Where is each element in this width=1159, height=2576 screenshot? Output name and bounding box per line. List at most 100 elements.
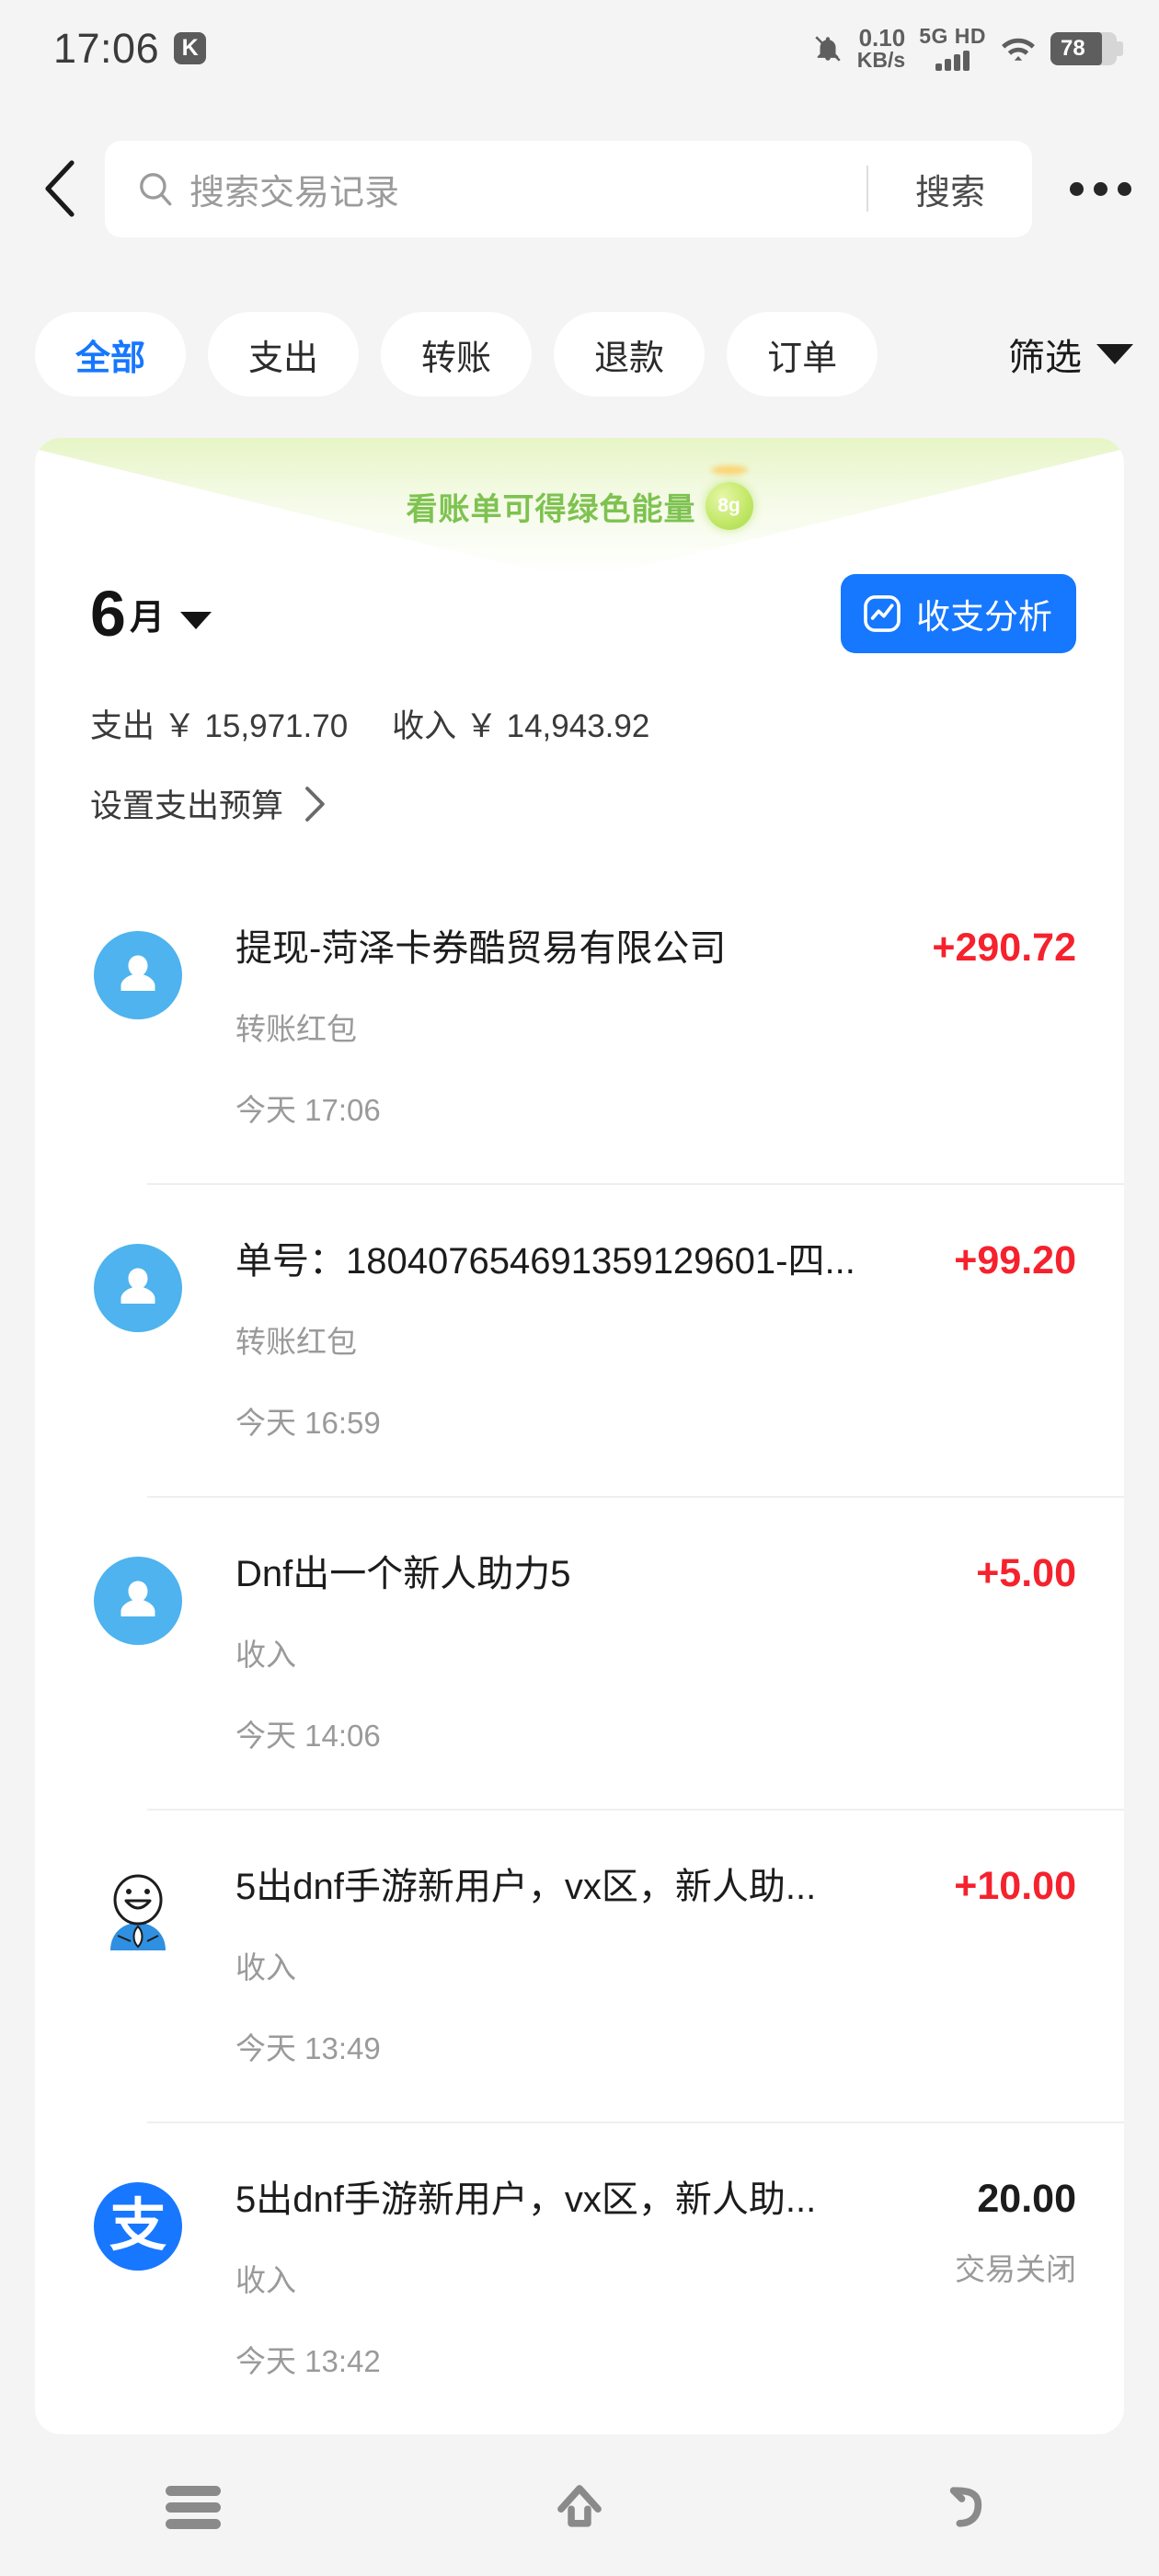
home-icon [557,2485,602,2527]
network-speed-value: 0.10 [858,23,906,52]
filter-chip-all[interactable]: 全部 [35,312,187,397]
set-budget-label: 设置支出预算 [90,788,284,824]
avatar [94,1244,182,1332]
recents-icon [166,2479,221,2536]
month-unit-label: 月 [129,599,165,638]
transaction-title: 单号：180407654691359129601-四... [235,1241,855,1282]
search-header: 搜索交易记录 搜索 [0,129,1159,248]
avatar [94,931,182,1019]
analysis-button-label: 收支分析 [916,598,1052,636]
transaction-title: 提现-菏泽卡券酷贸易有限公司 [235,928,727,969]
battery-percent: 78 [1061,35,1085,61]
transaction-time: 今天 13:49 [235,2031,381,2065]
chevron-left-icon [45,160,75,217]
transaction-body: 提现-菏泽卡券酷贸易有限公司 +290.72 转账红包 今天 17:06 [235,918,1076,1130]
network-speed: 0.10 KB/s [856,23,906,73]
table-row[interactable]: 支 5出dnf手游新用户，vx区，新人助... 20.00 收入 今天 13:4… [35,2122,1124,2434]
transaction-amount: +5.00 [976,1551,1076,1595]
network-speed-unit: KB/s [856,48,906,73]
table-row[interactable]: 提现-菏泽卡券酷贸易有限公司 +290.72 转账红包 今天 17:06 [35,870,1124,1183]
transaction-time: 今天 16:59 [235,1406,381,1440]
search-icon [140,173,172,206]
default-person-avatar-icon [94,1244,182,1332]
set-budget-link[interactable]: 设置支出预算 [90,780,327,827]
search-bar[interactable]: 搜索交易记录 搜索 [105,140,1032,237]
default-person-avatar-icon [94,1557,182,1645]
transaction-amount: +10.00 [954,1864,1076,1908]
transaction-amount: +99.20 [954,1238,1076,1282]
avatar [94,1869,182,1958]
battery-icon: 78 [1050,31,1123,65]
alipay-logo-avatar-icon: 支 [94,2182,182,2271]
search-submit-button[interactable]: 搜索 [868,164,1032,214]
month-header-row: 6 月 收支分析 [90,574,1076,653]
filter-button[interactable]: 筛选 [929,304,1159,405]
network-type-label: 5G HD [919,24,986,48]
filter-chip-refund[interactable]: 退款 [554,312,706,397]
transaction-body: 单号：180407654691359129601-四... +99.20 转账红… [235,1231,1076,1443]
transaction-time: 今天 17:06 [235,1093,381,1127]
transaction-amount: 20.00 [977,2177,1076,2221]
row-divider [147,1496,1124,1498]
energy-ball: 8g [705,482,753,530]
transaction-body: 5出dnf手游新用户，vx区，新人助... 20.00 收入 今天 13:42 … [235,2169,1076,2381]
back-button-nav[interactable] [874,2438,1058,2576]
more-horizontal-icon [1069,181,1084,196]
more-options-button[interactable] [1041,181,1159,196]
status-badge: 交易关闭 [955,2252,1076,2286]
signal-bars-icon: 5G HD [919,26,986,71]
transaction-title: 5出dnf手游新用户，vx区，新人助... [235,1867,817,1907]
android-nav-bar [0,2438,1159,2576]
total-expense: 支出 ￥ 15,971.70 [90,708,349,744]
bell-muted-icon [815,35,841,62]
status-bar-right: 0.10 KB/s 5G HD 78 [812,23,1123,73]
green-energy-banner[interactable]: 看账单可得绿色能量 8g [35,464,1124,548]
chevron-right-icon [305,786,325,822]
transaction-subtitle: 转账红包 [235,1012,357,1046]
filter-button-label: 筛选 [1008,338,1082,378]
transaction-body: 5出dnf手游新用户，vx区，新人助... +10.00 收入 今天 13:49 [235,1857,1076,2068]
transaction-list: 提现-菏泽卡券酷贸易有限公司 +290.72 转账红包 今天 17:06 单号：… [35,870,1124,2434]
month-selector[interactable]: 6 月 [90,581,212,645]
back-icon [949,2487,982,2527]
transaction-subtitle: 收入 [235,1950,296,1984]
filter-chip-order[interactable]: 订单 [727,312,878,397]
status-bar: 17:06 K 0.10 KB/s 5G HD 78 [0,0,1159,97]
home-button[interactable] [488,2438,671,2576]
status-bar-clock: 17:06 [53,24,160,72]
app-badge-icon: K [174,32,207,64]
transaction-subtitle: 收入 [235,2263,296,2297]
signal-strength-bars [935,51,970,71]
row-divider [147,1183,1124,1185]
search-input[interactable]: 搜索交易记录 [189,164,866,214]
bill-card: 看账单可得绿色能量 8g 6 月 收支分析 支出 ￥ 15,971.70 收入 … [35,438,1124,2434]
income-expense-analysis-button[interactable]: 收支分析 [841,574,1076,653]
avatar: 支 [94,2182,182,2271]
default-person-avatar-icon [94,931,182,1019]
chevron-down-icon [179,612,212,630]
transaction-subtitle: 收入 [235,1638,296,1672]
avatar [94,1557,182,1645]
filter-chip-transfer[interactable]: 转账 [381,312,533,397]
energy-banner-text: 看账单可得绿色能量 [406,491,696,527]
total-income: 收入 ￥ 14,943.92 [392,708,650,744]
status-bar-left: 17:06 K [53,24,207,73]
phone-screen: 17:06 K 0.10 KB/s 5G HD 78 搜索交易记录 搜索 全部 … [0,0,1159,2576]
table-row[interactable]: Dnf出一个新人助力5 +5.00 收入 今天 14:06 [35,1496,1124,1809]
chart-icon [864,595,901,632]
table-row[interactable]: 5出dnf手游新用户，vx区，新人助... +10.00 收入 今天 13:49 [35,1809,1124,2122]
monthly-totals: 支出 ￥ 15,971.70 收入 ￥ 14,943.92 [90,700,649,747]
chevron-down-icon [1096,344,1133,364]
table-row[interactable]: 单号：180407654691359129601-四... +99.20 转账红… [35,1183,1124,1496]
transaction-time: 今天 14:06 [235,1719,381,1753]
wifi-icon [1002,38,1035,61]
back-button[interactable] [17,159,105,218]
energy-ball-glint [710,466,748,475]
filter-chip-expense[interactable]: 支出 [208,312,360,397]
transaction-amount: +290.72 [932,926,1076,970]
recents-button[interactable] [101,2438,285,2576]
cartoon-person-avatar-icon [110,1874,166,1950]
transaction-title: 5出dnf手游新用户，vx区，新人助... [235,2179,817,2220]
transaction-time: 今天 13:42 [235,2344,381,2378]
row-divider [147,1809,1124,1811]
